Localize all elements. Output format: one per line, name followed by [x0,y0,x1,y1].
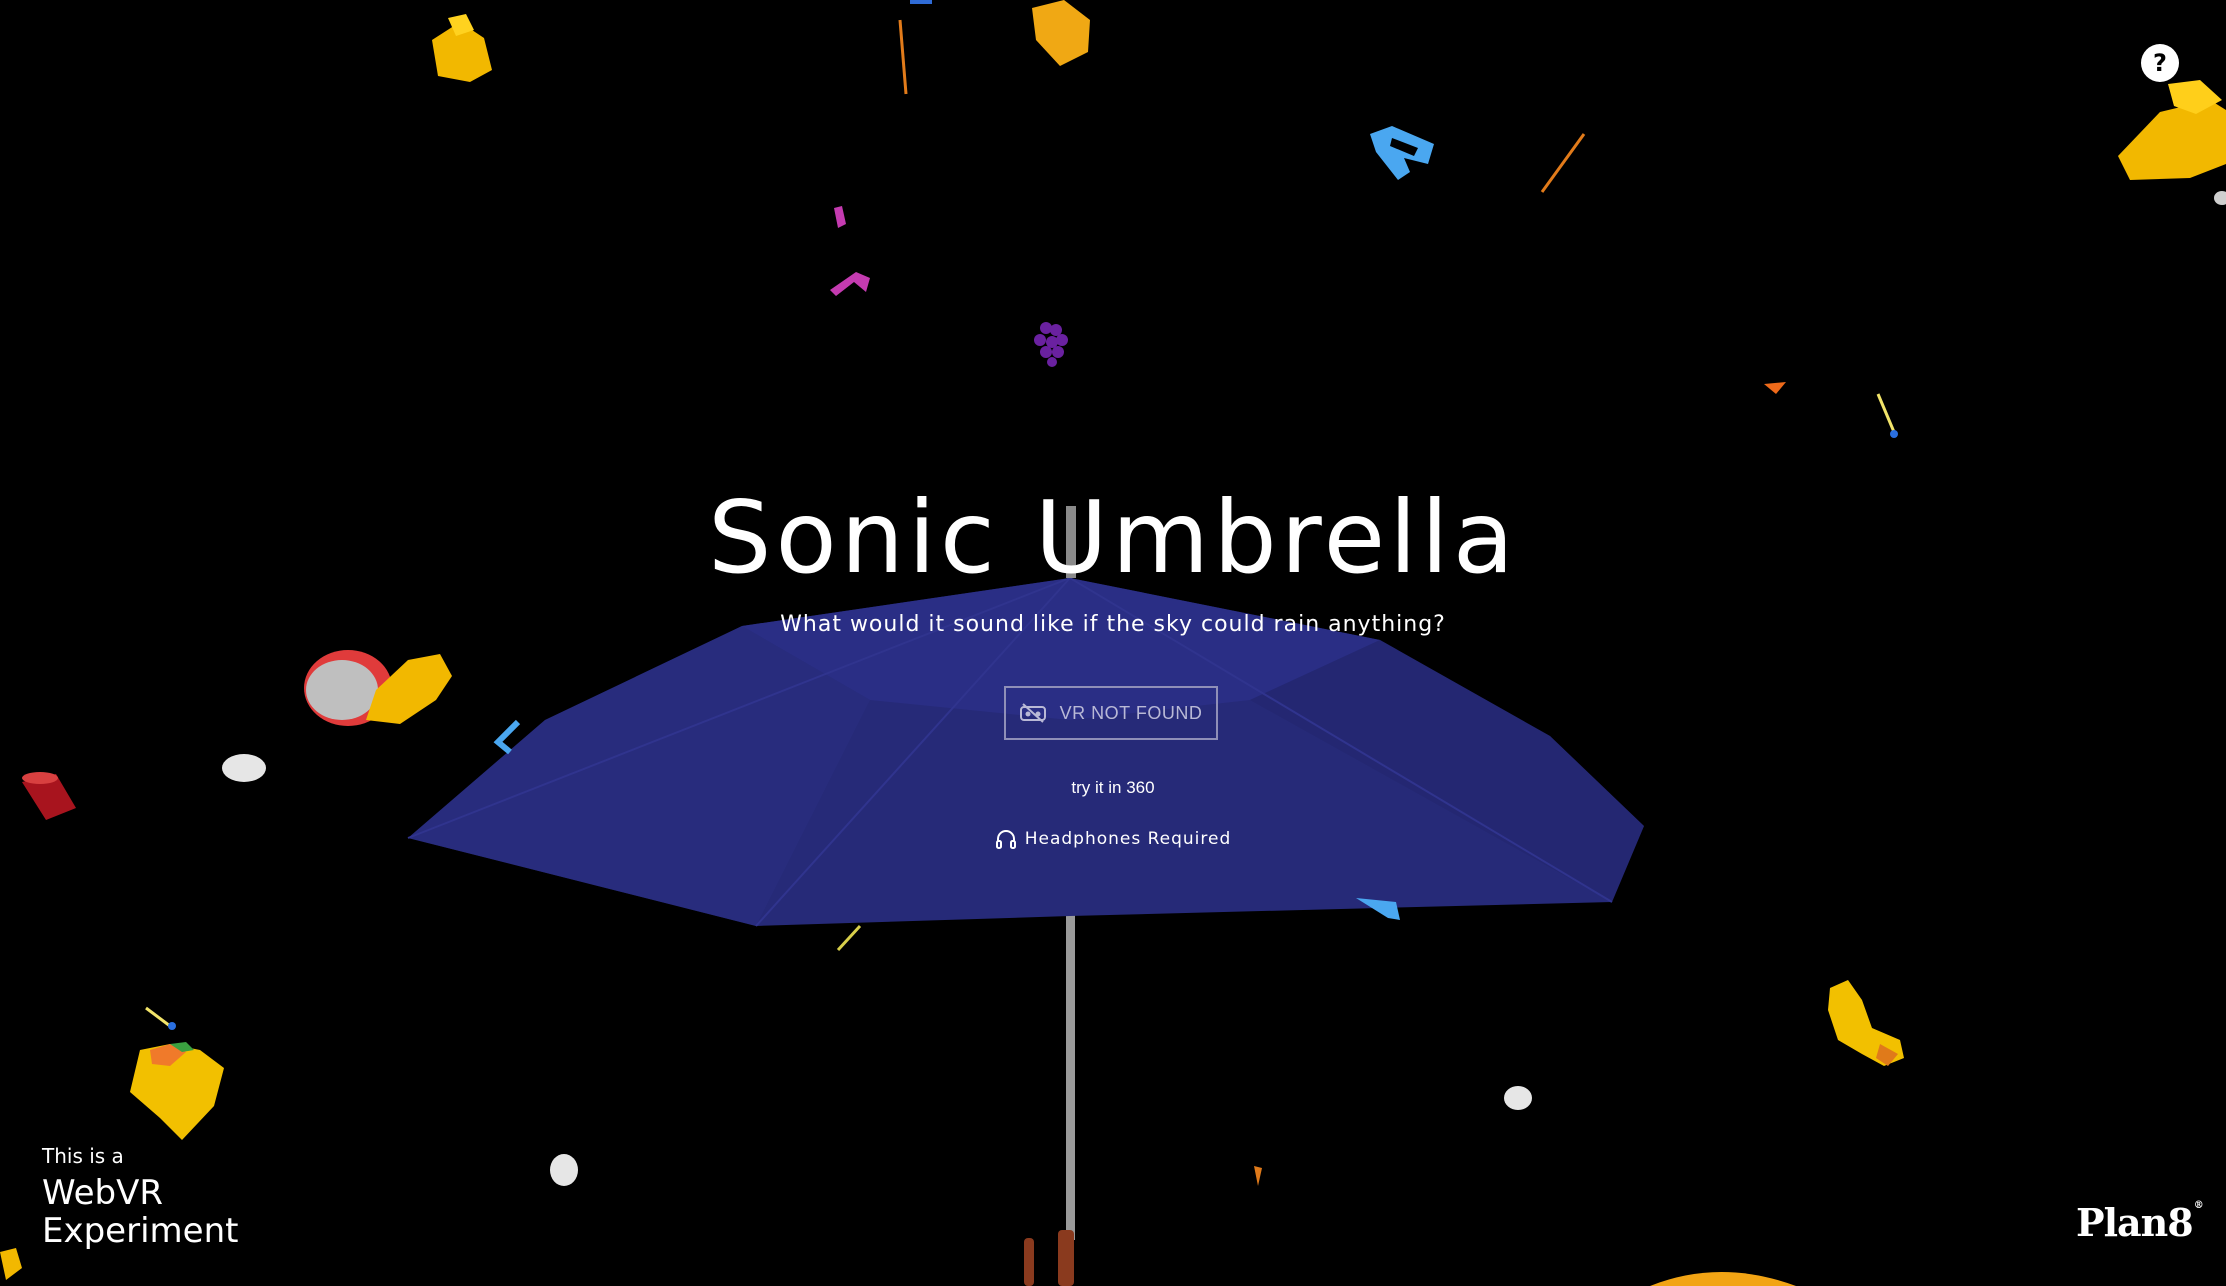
headphones-label: Headphones Required [1024,829,1232,849]
webvr-experiment-badge[interactable]: This is a WebVR Experiment [42,1146,238,1250]
duck-object [432,14,492,82]
headphones-icon [995,830,1016,849]
question-icon: ? [2153,49,2167,77]
grapes-object [1034,322,1068,367]
headphones-notice: Headphones Required [0,828,2226,850]
blue-note-object [1370,126,1434,180]
page-subtitle: What would it sound like if the sky coul… [780,612,1446,637]
webvr-badge-line1: This is a [42,1144,124,1168]
lemon-object [1032,0,1090,66]
plan8-logo[interactable]: Plan8® [2076,1200,2204,1245]
umbrella-shaft [1066,910,1075,1240]
enter-vr-label: VR NOT FOUND [1059,702,1203,723]
webvr-badge-line2: WebVR [42,1173,164,1213]
scene-canvas [0,0,2226,1286]
try-360-link-row: try it in 360 [0,778,2226,798]
try-360-link[interactable]: try it in 360 [1071,778,1154,797]
registered-mark: ® [2193,1200,2204,1211]
enter-vr-button[interactable]: VR NOT FOUND [1004,686,1218,740]
duck-object [2118,80,2226,180]
mango-object [130,1042,224,1140]
plan8-logo-text: Plan8 [2076,1200,2194,1245]
vr-off-icon [1019,703,1046,723]
umbrella-handle [1058,1230,1074,1286]
help-button[interactable]: ? [2141,44,2179,82]
pear-object [1828,980,1904,1066]
webvr-badge-line3: Experiment [42,1211,239,1251]
page-title: Sonic Umbrella [708,479,1518,596]
